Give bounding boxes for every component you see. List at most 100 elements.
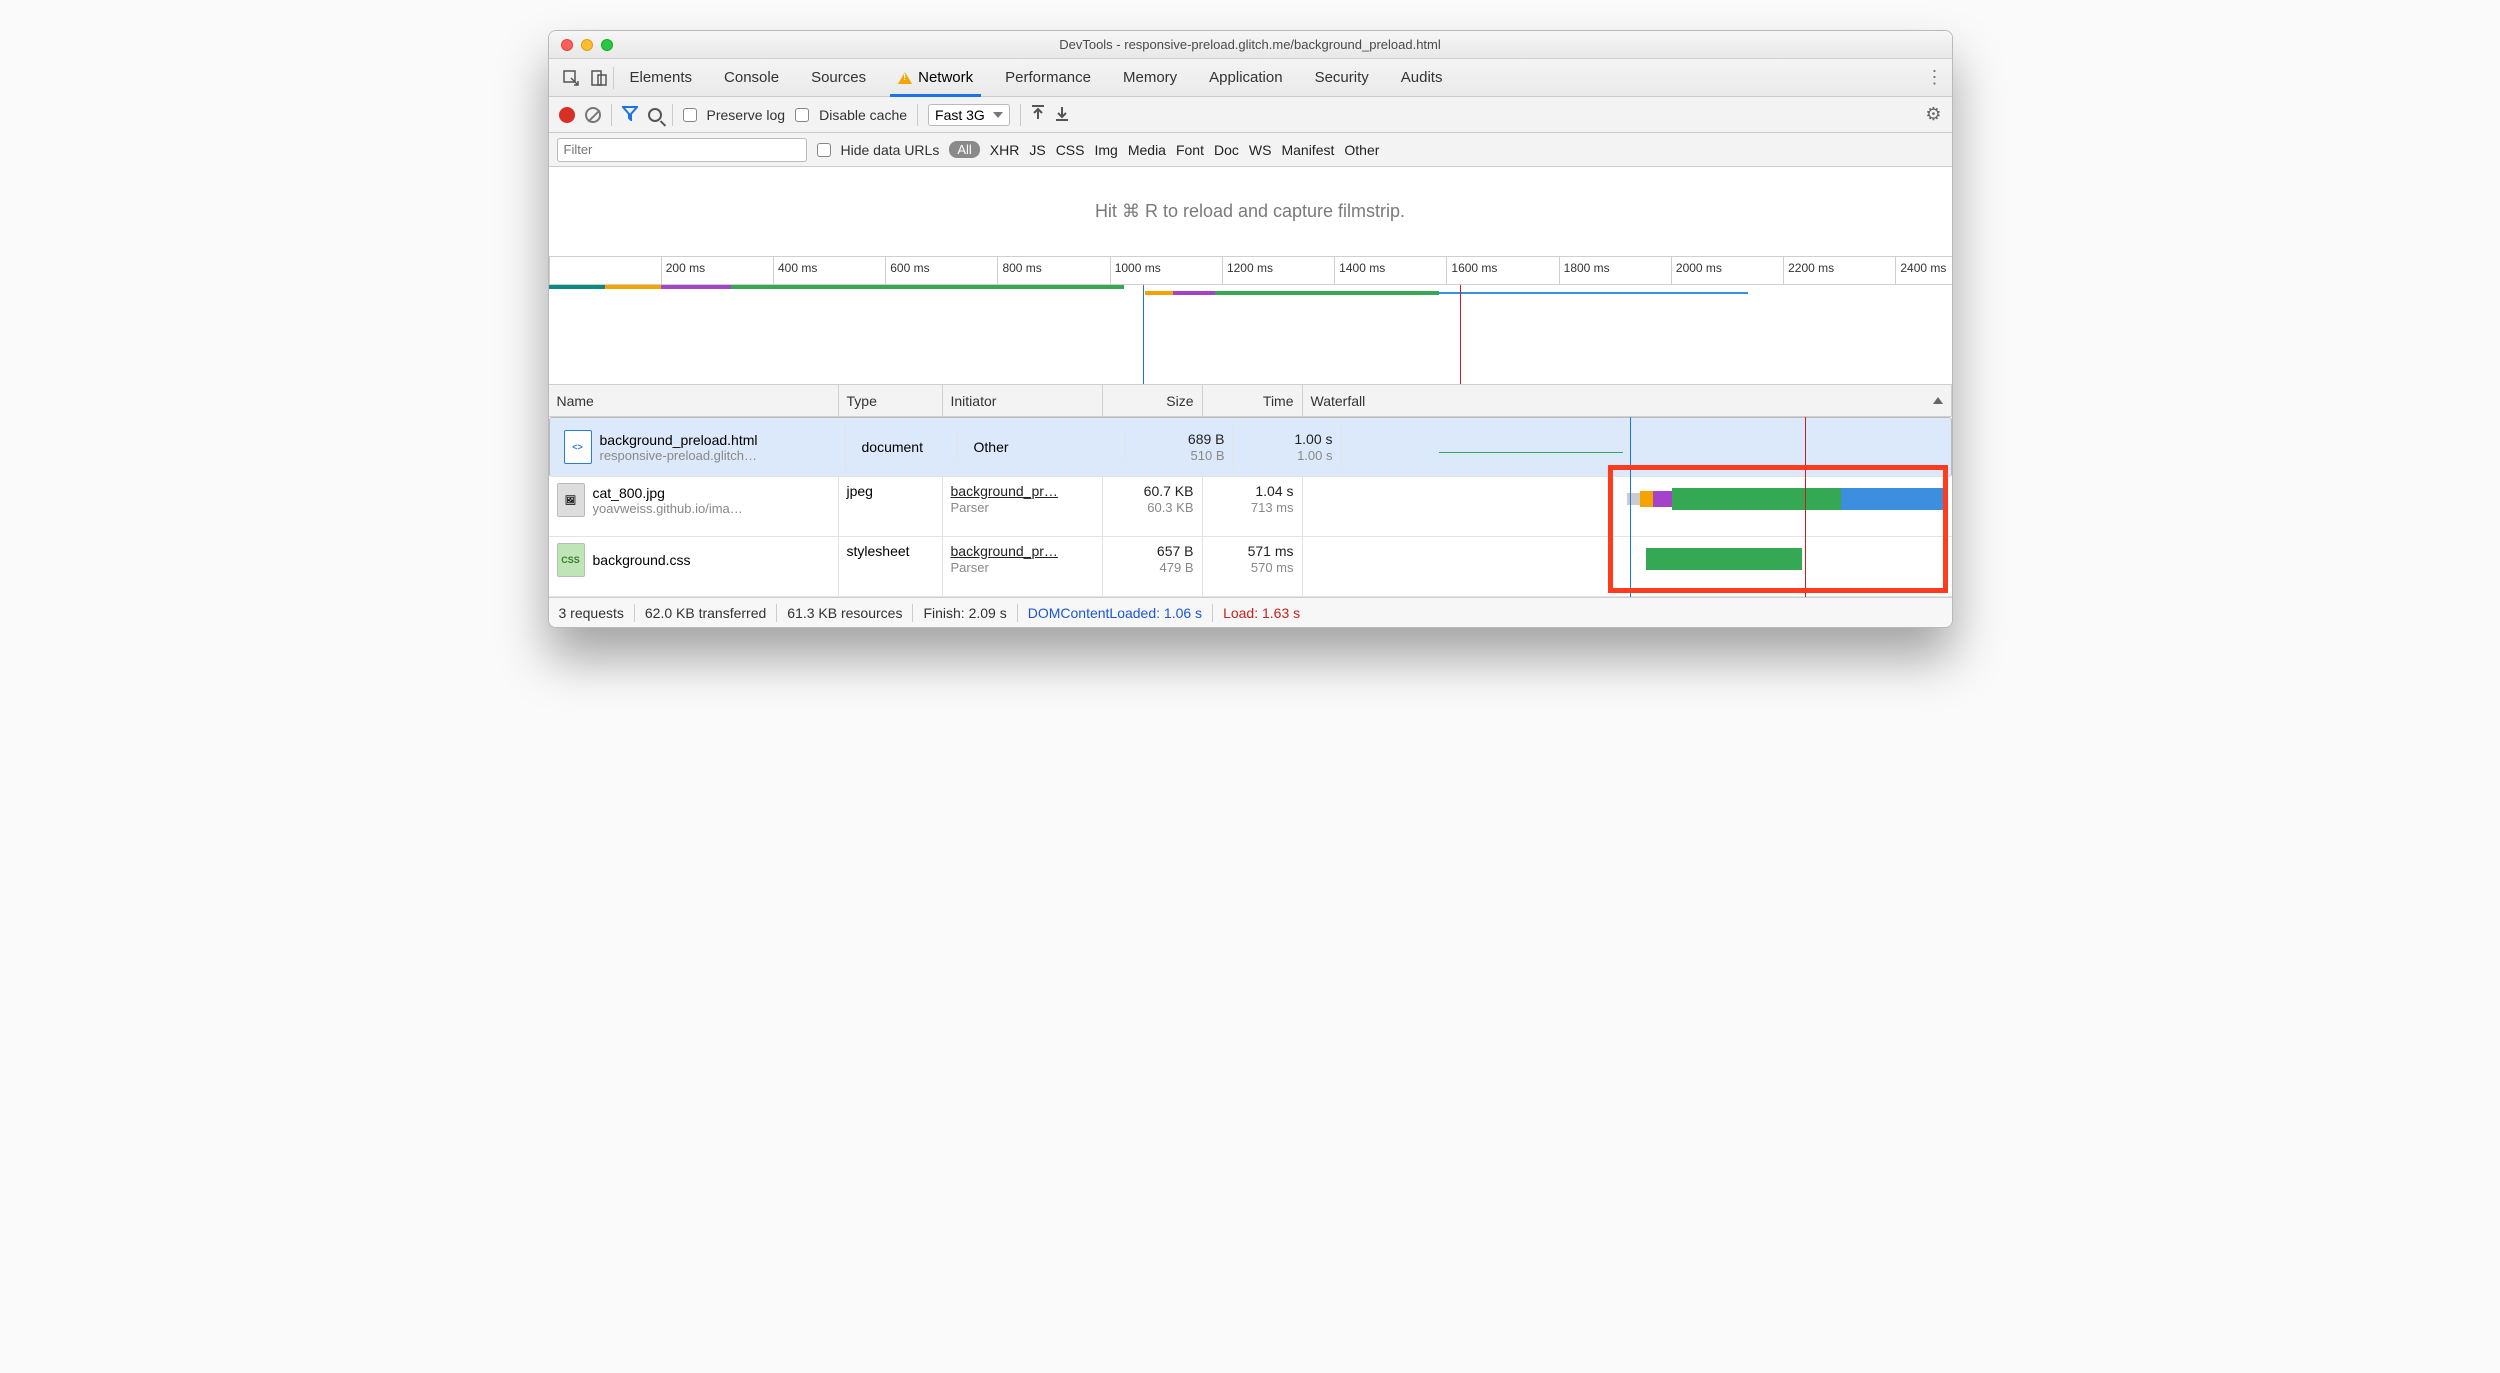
col-initiator[interactable]: Initiator bbox=[943, 385, 1103, 416]
search-icon[interactable] bbox=[648, 108, 662, 122]
col-time[interactable]: Time bbox=[1203, 385, 1303, 416]
tab-sources[interactable]: Sources bbox=[795, 59, 882, 96]
status-bar: 3 requests 62.0 KB transferred 61.3 KB r… bbox=[549, 597, 1952, 627]
tick-label: 1200 ms bbox=[1227, 261, 1273, 275]
hide-data-urls-checkbox[interactable] bbox=[817, 143, 831, 157]
timeline-ruler[interactable]: 200 ms 400 ms 600 ms 800 ms 1000 ms 1200… bbox=[549, 257, 1952, 285]
tab-console[interactable]: Console bbox=[708, 59, 795, 96]
tab-label: Sources bbox=[811, 69, 866, 86]
table-row[interactable]: 🖼 cat_800.jpg yoavweiss.github.io/ima… j… bbox=[549, 477, 1952, 537]
tab-label: Console bbox=[724, 69, 779, 86]
filter-css[interactable]: CSS bbox=[1056, 142, 1085, 158]
request-time-sub: 1.00 s bbox=[1297, 448, 1332, 463]
kebab-menu-icon[interactable]: ⋮ bbox=[1926, 67, 1944, 88]
device-toggle-icon[interactable] bbox=[585, 64, 613, 92]
titlebar: DevTools - responsive-preload.glitch.me/… bbox=[549, 31, 1952, 59]
tick-label: 2200 ms bbox=[1788, 261, 1834, 275]
tick-label: 2000 ms bbox=[1676, 261, 1722, 275]
status-transferred: 62.0 KB transferred bbox=[645, 605, 766, 621]
tab-security[interactable]: Security bbox=[1299, 59, 1385, 96]
request-time: 1.04 s bbox=[1255, 483, 1293, 499]
request-size-sub: 479 B bbox=[1160, 560, 1194, 575]
tab-label: Security bbox=[1315, 69, 1369, 86]
throttle-value: Fast 3G bbox=[935, 107, 985, 123]
inspect-icon[interactable] bbox=[557, 64, 585, 92]
disable-cache-label: Disable cache bbox=[819, 107, 907, 123]
throttle-select[interactable]: Fast 3G bbox=[928, 104, 1010, 126]
download-har-icon[interactable] bbox=[1055, 105, 1069, 124]
request-domain: yoavweiss.github.io/ima… bbox=[593, 501, 743, 516]
request-name: background.css bbox=[593, 552, 691, 568]
tab-memory[interactable]: Memory bbox=[1107, 59, 1193, 96]
filter-font[interactable]: Font bbox=[1176, 142, 1204, 158]
request-size: 657 B bbox=[1157, 543, 1194, 559]
filter-toggle-icon[interactable] bbox=[622, 105, 638, 124]
devtools-window: DevTools - responsive-preload.glitch.me/… bbox=[548, 30, 1953, 628]
main-tabs: Elements Console Sources Network Perform… bbox=[549, 59, 1952, 97]
filter-doc[interactable]: Doc bbox=[1214, 142, 1239, 158]
filter-js[interactable]: JS bbox=[1029, 142, 1045, 158]
tab-elements[interactable]: Elements bbox=[614, 59, 709, 96]
preserve-log-checkbox[interactable] bbox=[683, 108, 697, 122]
filter-media[interactable]: Media bbox=[1128, 142, 1166, 158]
record-button[interactable] bbox=[559, 107, 575, 123]
filter-manifest[interactable]: Manifest bbox=[1281, 142, 1334, 158]
tick-label: 1400 ms bbox=[1339, 261, 1385, 275]
upload-har-icon[interactable] bbox=[1031, 105, 1045, 124]
request-type: jpeg bbox=[839, 477, 943, 536]
request-initiator[interactable]: background_pr… bbox=[951, 483, 1058, 499]
disable-cache-checkbox[interactable] bbox=[795, 108, 809, 122]
warning-icon bbox=[898, 72, 912, 84]
col-waterfall[interactable]: Waterfall bbox=[1303, 385, 1952, 416]
col-name[interactable]: Name bbox=[549, 385, 839, 416]
request-initiator-sub: Parser bbox=[951, 560, 989, 575]
tab-performance[interactable]: Performance bbox=[989, 59, 1107, 96]
separator bbox=[912, 604, 913, 622]
separator bbox=[1212, 604, 1213, 622]
tick-label: 2400 ms bbox=[1900, 261, 1946, 275]
tab-label: Network bbox=[918, 69, 973, 86]
request-name: cat_800.jpg bbox=[593, 485, 743, 501]
file-css-icon: CSS bbox=[557, 543, 585, 577]
request-name: background_preload.html bbox=[600, 432, 758, 448]
timeline-overview[interactable] bbox=[549, 285, 1952, 385]
tab-label: Application bbox=[1209, 69, 1282, 86]
filter-other[interactable]: Other bbox=[1344, 142, 1379, 158]
request-time: 571 ms bbox=[1248, 543, 1294, 559]
request-domain: responsive-preload.glitch… bbox=[600, 448, 758, 463]
request-type: stylesheet bbox=[839, 537, 943, 596]
request-type: document bbox=[854, 433, 958, 461]
status-load: Load: 1.63 s bbox=[1223, 605, 1300, 621]
separator bbox=[917, 104, 918, 126]
tick-label: 1000 ms bbox=[1115, 261, 1161, 275]
filter-ws[interactable]: WS bbox=[1249, 142, 1272, 158]
hide-data-urls-label: Hide data URLs bbox=[841, 142, 940, 158]
request-time-sub: 570 ms bbox=[1251, 560, 1294, 575]
status-requests: 3 requests bbox=[559, 605, 624, 621]
clear-button[interactable] bbox=[585, 107, 601, 123]
request-size: 689 B bbox=[1188, 431, 1225, 447]
request-initiator[interactable]: background_pr… bbox=[951, 543, 1058, 559]
file-html-icon: <> bbox=[564, 430, 592, 464]
tab-audits[interactable]: Audits bbox=[1385, 59, 1459, 96]
filter-all[interactable]: All bbox=[949, 141, 979, 158]
table-row[interactable]: <> background_preload.html responsive-pr… bbox=[549, 417, 1952, 477]
filter-img[interactable]: Img bbox=[1094, 142, 1117, 158]
table-row[interactable]: CSS background.css stylesheet background… bbox=[549, 537, 1952, 597]
col-size[interactable]: Size bbox=[1103, 385, 1203, 416]
filmstrip-hint: Hit ⌘ R to reload and capture filmstrip. bbox=[1095, 201, 1405, 222]
col-waterfall-label: Waterfall bbox=[1311, 393, 1366, 409]
tick-label: 400 ms bbox=[778, 261, 817, 275]
tab-label: Memory bbox=[1123, 69, 1177, 86]
filter-xhr[interactable]: XHR bbox=[990, 142, 1020, 158]
separator bbox=[611, 104, 612, 126]
tab-network[interactable]: Network bbox=[882, 59, 989, 96]
request-initiator: Other bbox=[974, 439, 1009, 455]
col-type[interactable]: Type bbox=[839, 385, 943, 416]
gear-icon[interactable]: ⚙ bbox=[1925, 104, 1941, 125]
tab-application[interactable]: Application bbox=[1193, 59, 1298, 96]
load-marker bbox=[1460, 285, 1461, 384]
file-image-icon: 🖼 bbox=[557, 483, 585, 517]
filter-input[interactable] bbox=[557, 138, 807, 162]
table-header: Name Type Initiator Size Time Waterfall bbox=[549, 385, 1952, 417]
